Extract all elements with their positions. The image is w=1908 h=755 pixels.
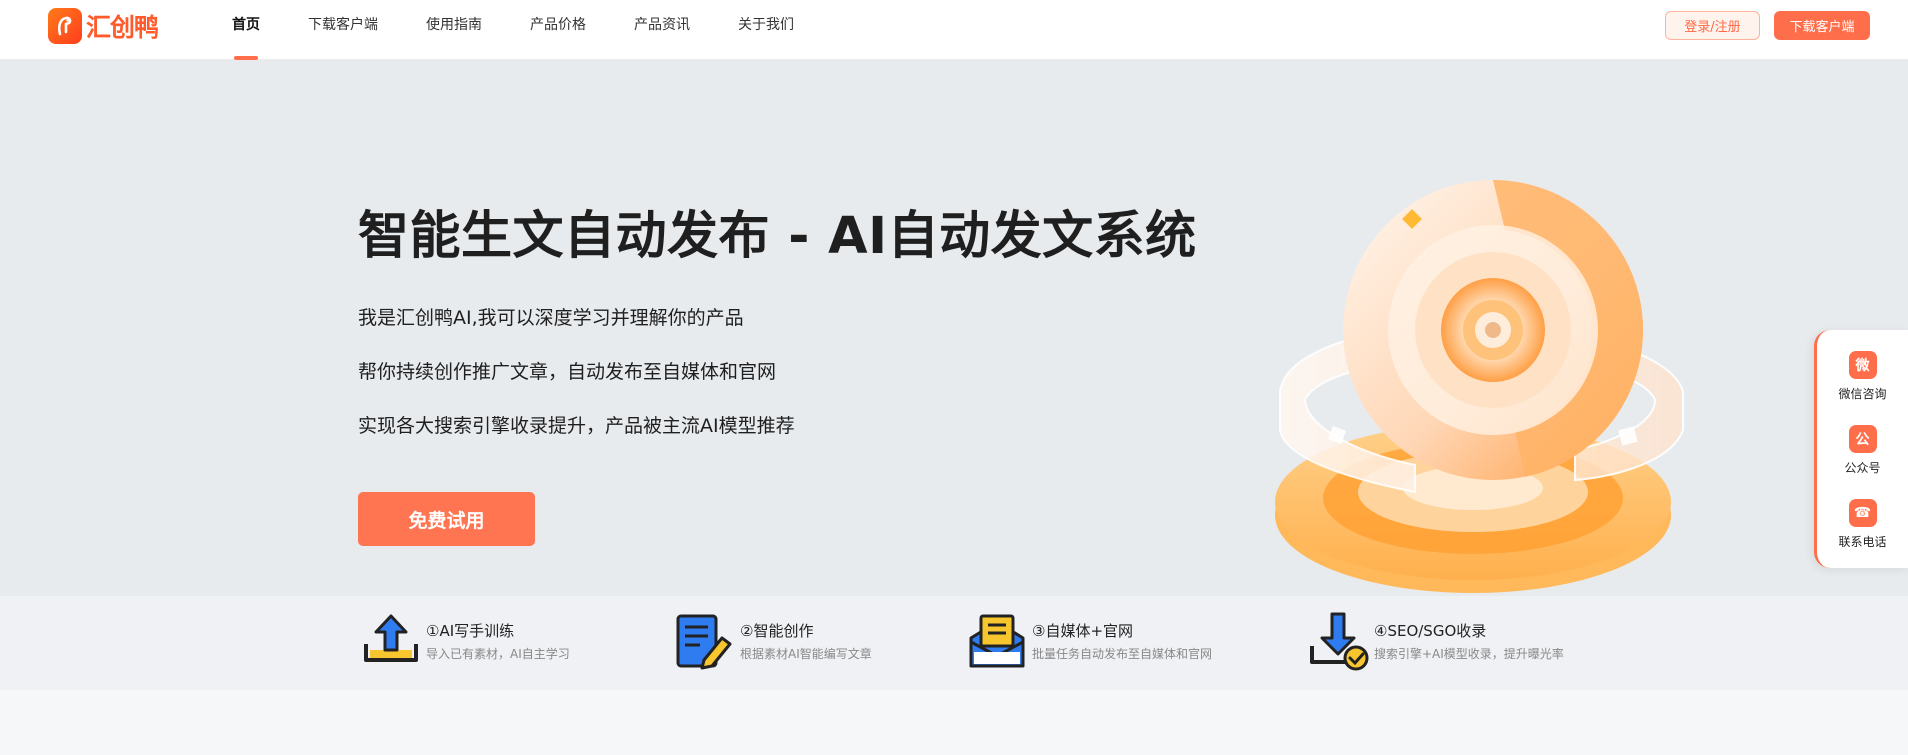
official-account-icon: 公 bbox=[1848, 425, 1877, 453]
feature-item-smart-writing: ②智能创作 根据素材AI智能编写文章 bbox=[674, 610, 872, 672]
side-item-label: 微信咨询 bbox=[1838, 387, 1887, 401]
top-header: 汇创鸭 首页 下载客户端 使用指南 产品价格 产品资讯 关于我们 登录/注册 下… bbox=[0, 0, 1908, 60]
side-item-wechat[interactable]: 微 微信咨询 bbox=[1817, 351, 1908, 402]
hero-line-3: 实现各大搜索引擎收录提升，产品被主流AI模型推荐 bbox=[358, 415, 795, 437]
feature-item-media-publishing: ③自媒体+官网 批量任务自动发布至自媒体和官网 bbox=[966, 610, 1212, 672]
brand-logo[interactable]: 汇创鸭 bbox=[48, 8, 159, 44]
document-edit-icon bbox=[676, 614, 732, 670]
hero-section: 智能生文自动发布 - AI自动发文系统 我是汇创鸭AI,我可以深度学习并理解你的… bbox=[0, 60, 1908, 596]
login-register-button[interactable]: 登录/注册 bbox=[1665, 11, 1760, 40]
side-item-official-account[interactable]: 公 公众号 bbox=[1817, 425, 1908, 476]
side-item-phone[interactable]: ☎ 联系电话 bbox=[1817, 499, 1908, 550]
feature-desc: 搜索引擎+AI模型收录，提升曝光率 bbox=[1374, 647, 1564, 661]
feature-title: ①AI写手训练 bbox=[426, 622, 515, 640]
page-bottom-area bbox=[0, 690, 1908, 755]
nav-item-about[interactable]: 关于我们 bbox=[738, 0, 794, 60]
wechat-icon: 微 bbox=[1848, 351, 1877, 379]
logo-text: 汇创鸭 bbox=[86, 13, 159, 42]
nav-item-pricing[interactable]: 产品价格 bbox=[530, 0, 586, 60]
nav-item-guide[interactable]: 使用指南 bbox=[426, 0, 482, 60]
duck-logo-icon bbox=[48, 8, 82, 44]
hero-line-2: 帮你持续创作推广文章，自动发布至自媒体和官网 bbox=[358, 361, 777, 383]
nav-item-home[interactable]: 首页 bbox=[232, 0, 260, 60]
download-client-button[interactable]: 下载客户端 bbox=[1774, 11, 1870, 40]
hero-title: 智能生文自动发布 - AI自动发文系统 bbox=[358, 207, 1197, 266]
feature-title: ④SEO/SGO收录 bbox=[1374, 622, 1487, 640]
phone-icon: ☎ bbox=[1848, 499, 1877, 527]
feature-desc: 根据素材AI智能编写文章 bbox=[740, 647, 872, 661]
side-item-label: 联系电话 bbox=[1838, 535, 1887, 549]
hero-3d-rings-illustration bbox=[1275, 180, 1684, 593]
feature-item-ai-training: ①AI写手训练 导入已有素材，AI自主学习 bbox=[360, 610, 570, 672]
feature-item-seo-indexing: ④SEO/SGO收录 搜索引擎+AI模型收录，提升曝光率 bbox=[1308, 610, 1564, 672]
upload-icon bbox=[364, 614, 418, 662]
free-trial-button[interactable]: 免费试用 bbox=[358, 492, 535, 546]
feature-desc: 导入已有素材，AI自主学习 bbox=[426, 647, 570, 661]
nav-item-download-client[interactable]: 下载客户端 bbox=[308, 0, 378, 60]
envelope-icon bbox=[969, 614, 1025, 668]
nav-item-news[interactable]: 产品资讯 bbox=[634, 0, 690, 60]
feature-title: ②智能创作 bbox=[740, 622, 814, 640]
side-item-label: 公众号 bbox=[1844, 461, 1881, 475]
main-nav: 首页 下载客户端 使用指南 产品价格 产品资讯 关于我们 bbox=[232, 0, 842, 60]
download-check-icon bbox=[1310, 612, 1369, 671]
feature-desc: 批量任务自动发布至自媒体和官网 bbox=[1032, 647, 1213, 661]
hero-line-1: 我是汇创鸭AI,我可以深度学习并理解你的产品 bbox=[358, 307, 744, 329]
feature-title: ③自媒体+官网 bbox=[1032, 622, 1134, 640]
side-contact-panel: 微 微信咨询 公 公众号 ☎ 联系电话 bbox=[1814, 330, 1908, 568]
features-strip: ①AI写手训练 导入已有素材，AI自主学习 ②智能创作 根据素材AI智能编写文章 bbox=[0, 596, 1908, 690]
